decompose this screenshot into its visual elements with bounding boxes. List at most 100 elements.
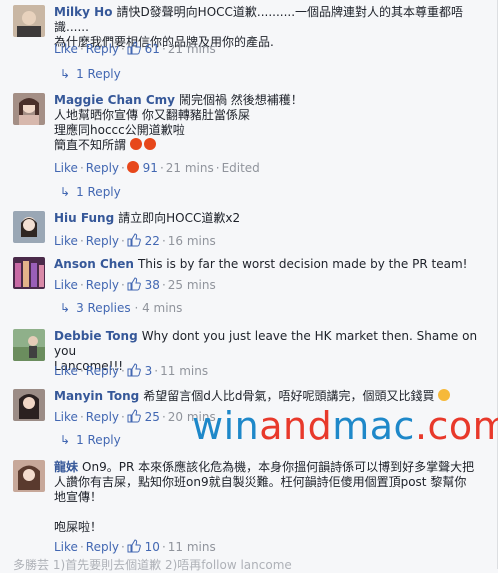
- like-count[interactable]: 10: [145, 540, 160, 554]
- comment-actions: Like · Reply · 61 · 21 mins: [54, 41, 216, 56]
- like-button[interactable]: Like: [54, 234, 78, 248]
- reply-button[interactable]: Reply: [86, 234, 119, 248]
- separator: ·: [79, 364, 84, 378]
- view-replies-link[interactable]: ↳ 1 Reply: [60, 67, 121, 81]
- reply-button[interactable]: Reply: [86, 364, 119, 378]
- comment-author[interactable]: Milky Ho: [54, 5, 112, 19]
- like-count[interactable]: 25: [145, 410, 160, 424]
- avatar[interactable]: [13, 389, 45, 421]
- reply-arrow-icon: ↳: [60, 433, 71, 447]
- thumbs-up-icon: [127, 41, 141, 55]
- timestamp[interactable]: 16 mins: [168, 234, 216, 248]
- comment-text: On9。PR 本來係應該化危為機，本身你搵何韻詩係可以博到好多掌聲大把 人讚你有…: [54, 460, 475, 534]
- separator: ·: [121, 410, 125, 424]
- angry-reaction-icon: [126, 161, 139, 175]
- separator: ·: [154, 364, 159, 378]
- comment-text: 請立即向HOCC道歉x2: [118, 211, 241, 225]
- comment-text: 希望留言個d人比d骨氣，唔好呢頭講完，個頭又比錢買: [143, 389, 435, 403]
- like-button[interactable]: Like: [54, 161, 78, 175]
- thumbs-up-icon: [127, 409, 141, 423]
- watermark-part: mac: [332, 404, 415, 448]
- replies-count[interactable]: 1 Reply: [76, 67, 121, 81]
- comment-actions: Like · Reply · 38 · 25 mins: [54, 277, 216, 292]
- comment-actions: Like · Reply · 3 · 11 mins: [54, 363, 208, 378]
- separator: ·: [79, 540, 84, 554]
- view-replies-link[interactable]: ↳ 3 Replies · 4 mins: [60, 301, 182, 315]
- avatar[interactable]: [13, 211, 45, 243]
- reply-button[interactable]: Reply: [86, 410, 119, 424]
- like-count[interactable]: 61: [145, 42, 160, 56]
- replies-count[interactable]: 1 Reply: [76, 433, 121, 447]
- comment-actions: Like · Reply · 10 · 11 mins: [54, 539, 216, 554]
- avatar[interactable]: [13, 5, 45, 37]
- separator: ·: [79, 278, 84, 292]
- replies-count[interactable]: 3 Replies: [76, 301, 131, 315]
- comment-item: Hiu Fung 請立即向HOCC道歉x2 Like · Reply · 22 · 16 m…: [13, 211, 489, 251]
- like-count[interactable]: 91: [143, 161, 158, 175]
- timestamp[interactable]: 21 mins: [168, 42, 216, 56]
- like-button[interactable]: Like: [54, 364, 78, 378]
- separator: ·: [159, 161, 164, 175]
- thumbs-up-icon: [127, 539, 141, 553]
- avatar[interactable]: [13, 257, 45, 289]
- like-button[interactable]: Like: [54, 42, 78, 56]
- watermark-part: and: [259, 404, 333, 448]
- reply-arrow-icon: ↳: [60, 67, 71, 81]
- comment-author[interactable]: Hiu Fung: [54, 211, 114, 225]
- comment-actions: Like · Reply · 91 · 21 mins · Edited: [54, 161, 260, 175]
- separator: ·: [161, 234, 166, 248]
- separator: ·: [121, 161, 125, 175]
- comment-author[interactable]: Manyin Tong: [54, 389, 139, 403]
- reply-button[interactable]: Reply: [86, 42, 119, 56]
- separator: ·: [130, 301, 143, 315]
- timestamp[interactable]: 21 mins: [166, 161, 214, 175]
- comment-body: Maggie Chan Cmy 鬧完個禍 然後想補穫！ 人地幫晒你宣傳 你又翻轉豬…: [54, 93, 489, 153]
- reply-arrow-icon: ↳: [60, 185, 71, 199]
- reply-button[interactable]: Reply: [86, 278, 119, 292]
- separator: ·: [79, 410, 84, 424]
- separator: ·: [79, 161, 84, 175]
- grinning-emoji-icon: [434, 389, 451, 403]
- comment-author[interactable]: Anson Chen: [54, 257, 134, 271]
- watermark-logo: winandmac.com: [192, 404, 498, 448]
- avatar[interactable]: [13, 329, 45, 361]
- like-button[interactable]: Like: [54, 410, 78, 424]
- separator: ·: [121, 42, 125, 56]
- timestamp[interactable]: 11 mins: [160, 364, 208, 378]
- separator: ·: [161, 42, 166, 56]
- like-button[interactable]: Like: [54, 278, 78, 292]
- comment-item: Milky Ho 請快D發聲明向HOCC道歉..........一個品牌連對人的其…: [13, 5, 489, 95]
- replies-timestamp[interactable]: 4 mins: [142, 301, 182, 315]
- edited-label[interactable]: Edited: [222, 161, 260, 175]
- avatar[interactable]: [13, 93, 45, 125]
- comment-author[interactable]: Maggie Chan Cmy: [54, 93, 175, 107]
- separator: ·: [161, 540, 166, 554]
- timestamp[interactable]: 25 mins: [168, 278, 216, 292]
- comment-body: Manyin Tong 希望留言個d人比d骨氣，唔好呢頭講完，個頭又比錢買: [54, 389, 489, 404]
- angry-emoji-icon: [126, 138, 156, 152]
- separator: ·: [121, 278, 125, 292]
- reply-button[interactable]: Reply: [86, 540, 119, 554]
- reply-button[interactable]: Reply: [86, 161, 119, 175]
- view-replies-link[interactable]: ↳ 1 Reply: [60, 433, 121, 447]
- like-button[interactable]: Like: [54, 540, 78, 554]
- avatar[interactable]: [13, 460, 45, 492]
- like-count[interactable]: 22: [145, 234, 160, 248]
- reply-arrow-icon: ↳: [60, 301, 71, 315]
- separator: ·: [215, 161, 220, 175]
- separator: ·: [161, 410, 166, 424]
- view-replies-link[interactable]: ↳ 1 Reply: [60, 185, 121, 199]
- comment-body: Hiu Fung 請立即向HOCC道歉x2: [54, 211, 489, 226]
- separator: ·: [79, 42, 84, 56]
- comment-body: 龍妹 On9。PR 本來係應該化危為機，本身你搵何韻詩係可以博到好多掌聲大把 人讚…: [54, 460, 489, 535]
- like-count[interactable]: 3: [145, 364, 153, 378]
- comment-author[interactable]: 龍妹: [54, 460, 78, 474]
- comment-item: Debbie Tong Why dont you just leave the H…: [13, 329, 489, 383]
- watermark-part: .com: [414, 404, 498, 448]
- comment-author[interactable]: Debbie Tong: [54, 329, 138, 343]
- timestamp[interactable]: 11 mins: [168, 540, 216, 554]
- replies-count[interactable]: 1 Reply: [76, 185, 121, 199]
- comment-text: This is by far the worst decision made b…: [137, 257, 468, 271]
- like-count[interactable]: 38: [145, 278, 160, 292]
- separator: ·: [121, 540, 125, 554]
